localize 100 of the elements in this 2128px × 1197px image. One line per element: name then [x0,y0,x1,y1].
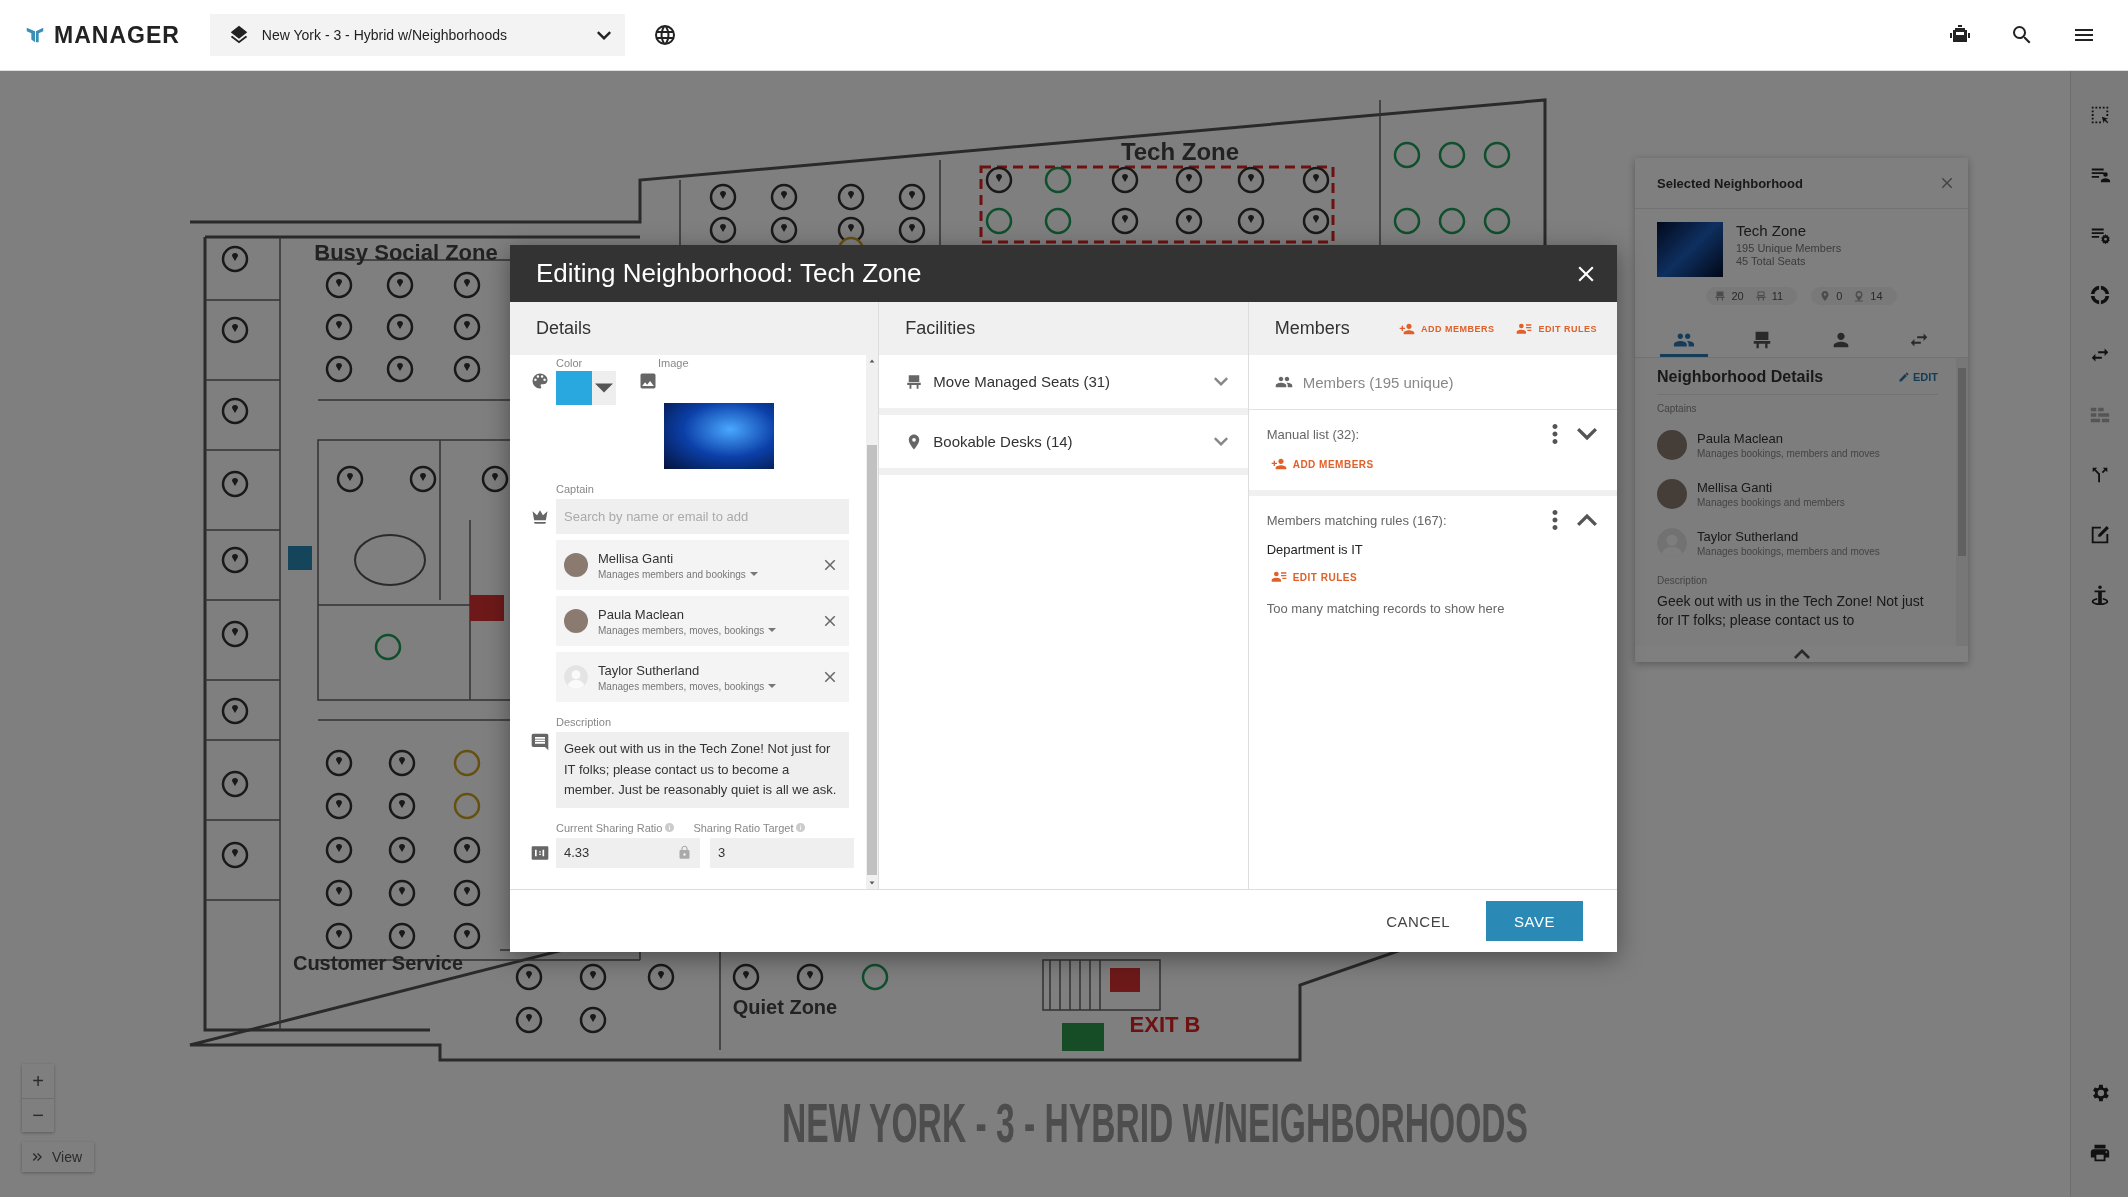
desk-marker[interactable] [837,183,865,211]
desk-marker[interactable] [515,963,543,991]
desk-marker[interactable] [1175,166,1203,194]
desk-marker[interactable] [221,245,249,273]
desk-marker[interactable] [453,922,481,950]
desk-marker[interactable] [221,397,249,425]
desk-marker[interactable] [898,183,926,211]
scrollbar[interactable] [866,355,879,889]
desk-marker[interactable] [1111,207,1139,235]
desk-marker[interactable] [1302,166,1330,194]
floor-selector[interactable]: New York - 3 - Hybrid w/Neighborhoods [209,14,625,56]
role-dropdown[interactable]: Manages members, moves, bookings [598,680,777,692]
desk-marker[interactable] [1483,141,1511,169]
desk-marker[interactable] [453,749,481,777]
view-button[interactable]: View [22,1142,95,1172]
desk-marker[interactable] [709,183,737,211]
captain-name: Taylor Sutherland [1697,528,1800,544]
zone-label: Tech Zone [1120,138,1240,165]
scrollbar[interactable] [1956,358,1968,646]
desk-marker[interactable] [985,207,1013,235]
desk-marker[interactable] [388,922,416,950]
desk-marker[interactable] [861,963,889,991]
desk-marker[interactable] [1483,207,1511,235]
desk-marker[interactable] [386,313,414,341]
desk-marker[interactable] [374,633,402,661]
desk-marker[interactable] [898,216,926,244]
add-members-button[interactable]: ADD MEMBERS [1270,456,1374,472]
desk-marker[interactable] [453,313,481,341]
desk-marker[interactable] [325,922,353,950]
desk-marker[interactable] [1044,207,1072,235]
add-members-button[interactable]: ADD MEMBERS [1398,320,1495,337]
edit-rules-button[interactable]: EDIT RULES [1270,569,1358,585]
desk-marker[interactable] [388,792,416,820]
desk-marker[interactable] [453,271,481,299]
desk-marker[interactable] [221,697,249,725]
desk-marker[interactable] [221,546,249,574]
neighborhood-image[interactable] [664,403,774,469]
desk-marker[interactable] [770,183,798,211]
desk-marker[interactable] [1302,207,1330,235]
desk-marker[interactable] [1438,141,1466,169]
desk-marker[interactable] [388,836,416,864]
role-dropdown[interactable]: Manages members, moves, bookings [598,624,777,636]
desk-marker[interactable] [1237,207,1265,235]
desk-marker[interactable] [985,166,1013,194]
desk-marker[interactable] [1175,207,1203,235]
person-list-icon [1270,569,1287,585]
desk-marker[interactable] [1393,207,1421,235]
desk-marker[interactable] [409,465,437,493]
edit-link[interactable]: EDIT [1897,371,1938,383]
desk-marker[interactable] [325,355,353,383]
desk-marker[interactable] [1393,141,1421,169]
field-label: Sharing Ratio Target [693,821,794,834]
desk-marker[interactable] [386,355,414,383]
desk-marker[interactable] [325,792,353,820]
desk-marker[interactable] [770,216,798,244]
description-field[interactable]: Geek out with us in the Tech Zone! Not just for IT folks; please contact us to become a member. Just be reasonably quiet is all we ask. [556,732,849,808]
ratio-target-field[interactable]: 3 [710,837,854,868]
desk-marker[interactable] [221,770,249,798]
facility-accordion[interactable]: Bookable Desks (14) [879,415,1248,475]
zoom-out-button[interactable]: − [22,1098,54,1132]
desk-marker[interactable] [221,470,249,498]
desk-marker[interactable] [1044,166,1072,194]
desk-marker[interactable] [647,963,675,991]
scroll-down-icon[interactable] [868,879,877,887]
desk-marker[interactable] [221,316,249,344]
desk-marker[interactable] [388,749,416,777]
desk-marker[interactable] [453,836,481,864]
desk-marker[interactable] [515,1006,543,1034]
desk-marker[interactable] [386,271,414,299]
desk-marker[interactable] [336,465,364,493]
desk-marker[interactable] [453,792,481,820]
scroll-up-icon[interactable] [868,357,877,365]
desk-marker[interactable] [325,749,353,777]
desk-marker[interactable] [453,879,481,907]
facility-accordion[interactable]: Move Managed Seats (31) [879,355,1248,415]
desk-marker[interactable] [796,963,824,991]
desk-marker[interactable] [388,879,416,907]
save-button[interactable]: SAVE [1486,901,1583,941]
desk-marker[interactable] [325,836,353,864]
role-dropdown[interactable]: Manages members and bookings [598,568,758,580]
zoom-in-button[interactable]: + [22,1064,54,1098]
color-picker[interactable] [556,371,616,405]
desk-marker[interactable] [325,313,353,341]
desk-marker[interactable] [1237,166,1265,194]
desk-marker[interactable] [1438,207,1466,235]
desk-marker[interactable] [325,879,353,907]
chair-icon [1714,290,1727,302]
desk-marker[interactable] [221,620,249,648]
cancel-button[interactable]: CANCEL [1386,912,1450,930]
desk-marker[interactable] [579,963,607,991]
desk-marker[interactable] [709,216,737,244]
captain-search-field[interactable]: Search by name or email to add [556,499,849,534]
desk-marker[interactable] [481,465,509,493]
desk-marker[interactable] [579,1006,607,1034]
desk-marker[interactable] [732,963,760,991]
desk-marker[interactable] [1111,166,1139,194]
desk-marker[interactable] [453,355,481,383]
edit-rules-button[interactable]: EDIT RULES [1516,320,1597,337]
desk-marker[interactable] [221,841,249,869]
desk-marker[interactable] [325,271,353,299]
